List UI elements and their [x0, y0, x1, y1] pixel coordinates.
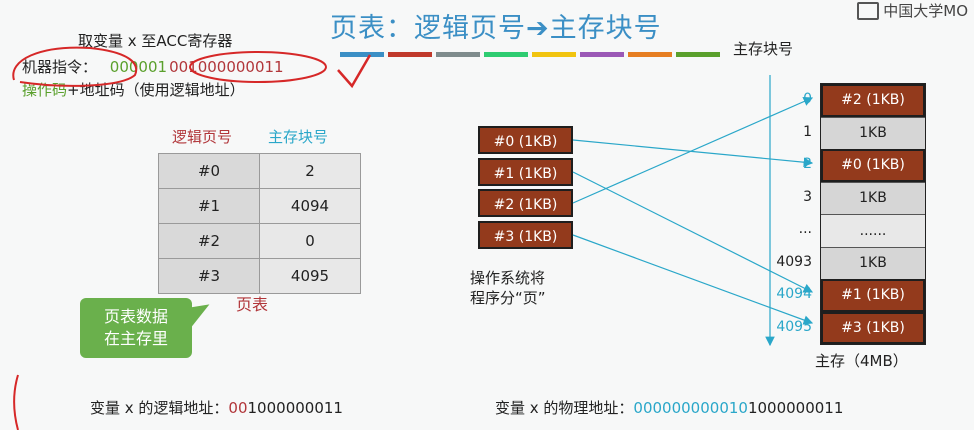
- annotation-checkmark: [337, 54, 372, 89]
- arrow-page3: [572, 234, 814, 325]
- diagram-overlay: [12, 46, 814, 430]
- annotation-margin-stroke: [13, 374, 19, 430]
- annotation-circle-address: [189, 51, 327, 83]
- arrow-page2: [572, 96, 814, 204]
- annotation-circle-label: [12, 46, 138, 87]
- arrow-page1: [572, 171, 814, 293]
- arrow-page0: [572, 139, 814, 167]
